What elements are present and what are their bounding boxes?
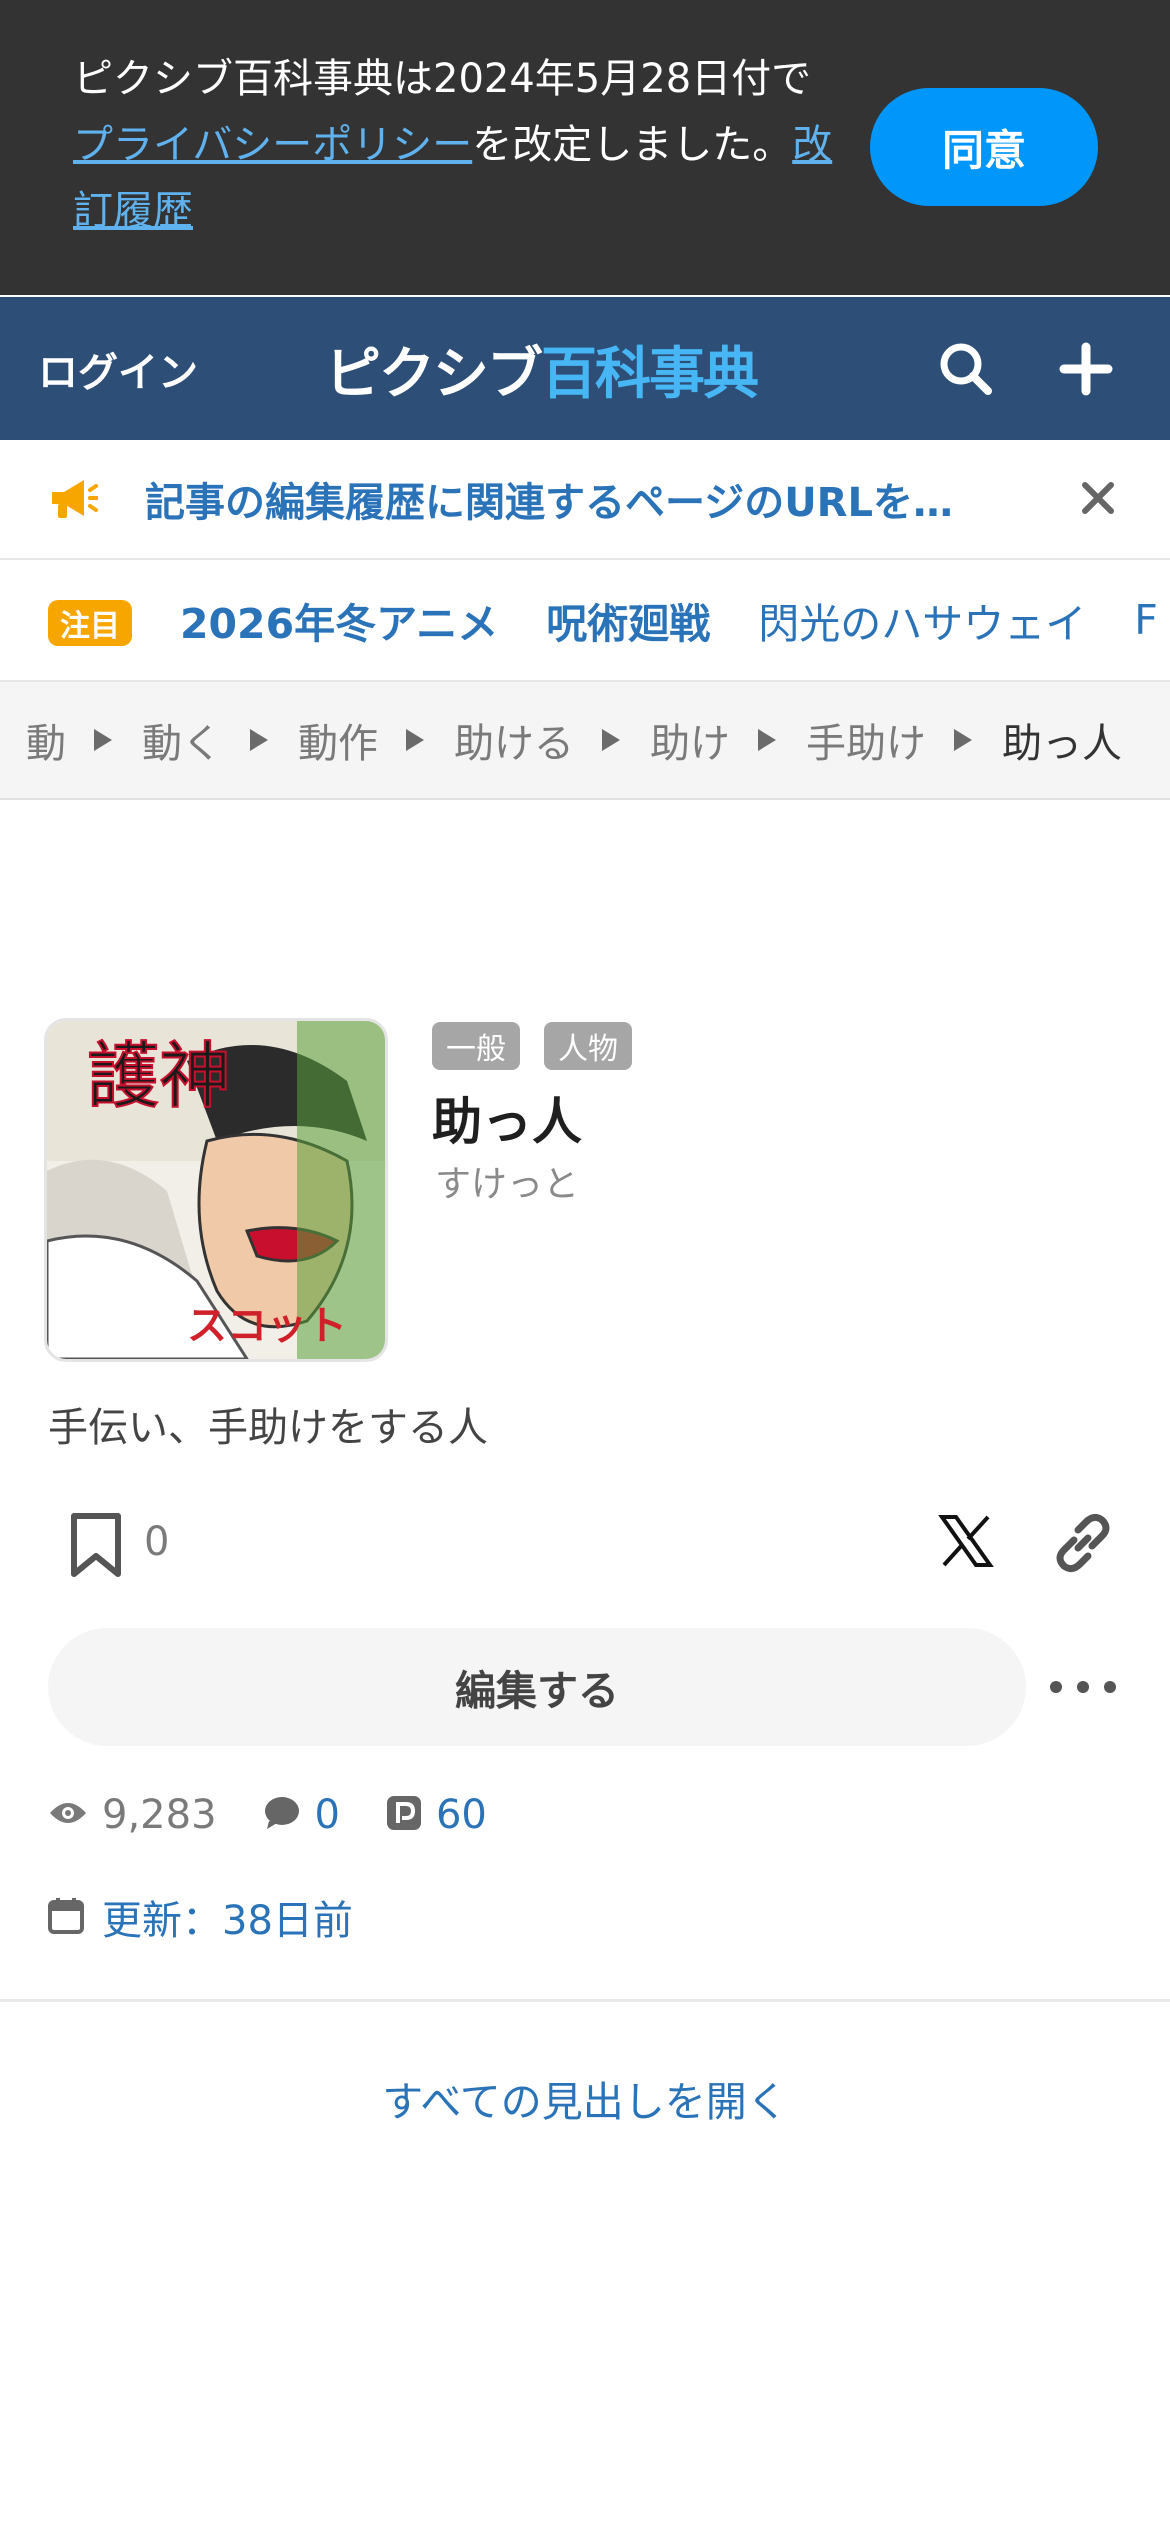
tag-general[interactable]: 一般	[432, 1022, 520, 1070]
pixiv-icon	[386, 1795, 422, 1835]
section-divider	[0, 1999, 1170, 2002]
breadcrumb-item[interactable]: 助ける	[454, 711, 574, 769]
notice-bar[interactable]: 記事の編集履歴に関連するページのURLを…	[0, 440, 1170, 560]
trending-badge: 注目	[48, 600, 132, 646]
site-logo[interactable]: ピクシブ 百科事典	[325, 329, 759, 409]
breadcrumb-row: 動 動く 動作 助ける 助け 手助け 助っ人	[26, 682, 1122, 798]
breadcrumb-arrow-icon	[250, 729, 268, 751]
breadcrumb-item[interactable]: 助け	[650, 711, 730, 769]
x-share-icon[interactable]	[938, 1513, 994, 1569]
open-all-headings-button[interactable]: すべての見出しを開く	[0, 2068, 1170, 2128]
thumbnail-text: 護神	[87, 1034, 231, 1118]
breadcrumb-item[interactable]: 動く	[142, 711, 222, 769]
link-copy-icon[interactable]	[1050, 1510, 1116, 1576]
pixiv-works-count[interactable]: 60	[436, 1792, 487, 1838]
thumbnail-caption: スコット	[187, 1303, 347, 1349]
consent-message: ピクシブ百科事典は2024年5月28日付でプライバシーポリシーを改定しました。改…	[73, 46, 833, 244]
breadcrumb-item[interactable]: 手助け	[806, 711, 926, 769]
tag-person[interactable]: 人物	[544, 1022, 632, 1070]
trending-item[interactable]: F	[1134, 596, 1158, 644]
site-header: ログイン ピクシブ 百科事典	[0, 297, 1170, 440]
consent-banner: ピクシブ百科事典は2024年5月28日付でプライバシーポリシーを改定しました。改…	[0, 0, 1170, 295]
privacy-policy-link[interactable]: プライバシーポリシー	[73, 122, 472, 168]
notice-text[interactable]: 記事の編集履歴に関連するページのURLを…	[145, 440, 1005, 558]
views-stat: 9,283	[48, 1792, 217, 1838]
trending-items: 2026年冬アニメ 呪術廻戦 閃光のハサウェイ F	[180, 560, 1158, 680]
breadcrumb-current: 助っ人	[1002, 721, 1122, 767]
trending-item[interactable]: 呪術廻戦	[546, 590, 710, 650]
breadcrumb-arrow-icon	[406, 729, 424, 751]
article-tags: 一般 人物	[432, 1022, 632, 1070]
breadcrumb-arrow-icon	[954, 729, 972, 751]
article-reading: すけっと	[435, 1164, 580, 1205]
trending-item[interactable]: 2026年冬アニメ	[180, 590, 498, 650]
edit-button[interactable]: 編集する	[48, 1628, 1026, 1746]
article-thumbnail[interactable]: 護神 スコット	[44, 1018, 388, 1362]
breadcrumb-item[interactable]: 動	[26, 711, 66, 769]
breadcrumb-arrow-icon	[758, 729, 776, 751]
more-options-icon[interactable]	[1050, 1662, 1116, 1712]
consent-text-middle: を改定しました。	[472, 122, 793, 168]
agree-button[interactable]: 同意	[870, 88, 1098, 206]
views-count: 9,283	[102, 1792, 217, 1838]
updated-info: 更新：38日前	[48, 1882, 353, 1952]
plus-icon[interactable]	[1050, 333, 1122, 405]
article-stats: 9,283 0 60	[48, 1780, 533, 1850]
calendar-icon	[48, 1896, 84, 1938]
login-link[interactable]: ログイン	[38, 297, 198, 440]
breadcrumb-arrow-icon	[94, 729, 112, 751]
article-title: 助っ人	[432, 1093, 582, 1151]
trending-bar: 注目 2026年冬アニメ 呪術廻戦 閃光のハサウェイ F	[0, 560, 1170, 682]
bookmark-icon[interactable]	[66, 1512, 126, 1578]
breadcrumb: 動 動く 動作 助ける 助け 手助け 助っ人	[0, 682, 1170, 800]
article-summary: 手伝い、手助けをする人	[48, 1405, 488, 1451]
search-icon[interactable]	[930, 333, 1002, 405]
pixiv-works-stat[interactable]: 60	[386, 1792, 487, 1838]
trending-item[interactable]: 閃光のハサウェイ	[758, 590, 1086, 650]
comments-stat[interactable]: 0	[263, 1792, 340, 1838]
breadcrumb-arrow-icon	[602, 729, 620, 751]
consent-text-before: ピクシブ百科事典は2024年5月28日付で	[73, 56, 812, 102]
close-icon[interactable]	[1070, 470, 1126, 526]
bookmark-count: 0	[144, 1519, 170, 1565]
breadcrumb-item[interactable]: 動作	[298, 711, 378, 769]
megaphone-icon	[48, 476, 99, 522]
updated-text[interactable]: 更新：38日前	[102, 1888, 353, 1946]
eye-icon	[48, 1799, 88, 1831]
logo-text-dictionary: 百科事典	[541, 341, 759, 407]
comment-icon	[263, 1795, 301, 1835]
logo-text-pixiv: ピクシブ	[325, 341, 543, 407]
comments-count[interactable]: 0	[315, 1792, 340, 1838]
